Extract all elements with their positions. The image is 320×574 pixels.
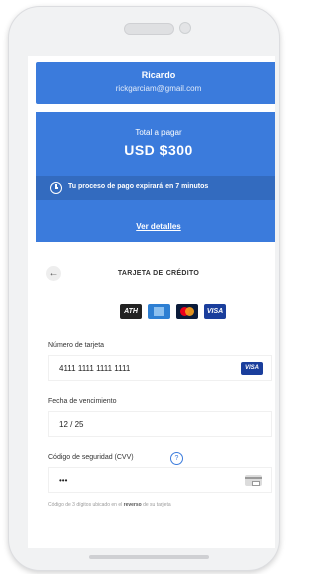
phone-frame: Ricardo rickgarciam@gmail.com Total a pa…: [8, 6, 280, 571]
total-amount: USD $300: [124, 142, 193, 158]
credit-card-form: ← TARJETA DE CRÉDITO ATH VISA Número de …: [36, 248, 275, 548]
expiry-value: 12 / 25: [59, 420, 84, 429]
cvv-input[interactable]: •••: [48, 467, 272, 493]
visa-logo-icon: VISA: [204, 304, 226, 319]
card-number-label: Número de tarjeta: [48, 342, 105, 349]
card-number-value: 4111 1111 1111 1111: [59, 364, 131, 373]
user-email: rickgarciam@gmail.com: [115, 84, 202, 93]
clock-icon: [50, 182, 62, 194]
home-indicator: [89, 555, 209, 559]
form-title: TARJETA DE CRÉDITO: [117, 270, 200, 277]
expiry-timer-bar: Tu proceso de pago expirará en 7 minutos: [36, 176, 275, 200]
cvv-hint: Código de 3 dígitos ubicado en el revers…: [48, 502, 171, 508]
user-name: Ricardo: [141, 70, 176, 80]
cvv-help-icon[interactable]: ?: [170, 452, 183, 465]
mastercard-logo-icon: [176, 304, 198, 319]
expiry-timer-text: Tu proceso de pago expirará en 7 minutos: [68, 183, 209, 190]
card-back-icon: [245, 475, 262, 486]
cvv-label: Código de seguridad (CVV): [48, 454, 134, 461]
phone-camera: [179, 22, 191, 34]
phone-screen: Ricardo rickgarciam@gmail.com Total a pa…: [28, 56, 275, 548]
view-details-link[interactable]: Ver detalles: [36, 222, 275, 231]
arrow-left-icon[interactable]: ←: [46, 266, 61, 281]
ath-logo-icon: ATH: [120, 304, 142, 319]
expiry-label: Fecha de vencimiento: [48, 398, 117, 405]
visa-brand-icon: VISA: [241, 362, 263, 375]
phone-speaker: [124, 23, 174, 35]
user-header: Ricardo rickgarciam@gmail.com: [36, 62, 275, 104]
card-number-input[interactable]: 4111 1111 1111 1111 VISA: [48, 355, 272, 381]
expiry-input[interactable]: 12 / 25: [48, 411, 272, 437]
amex-logo-icon: [148, 304, 170, 319]
payment-summary: Total a pagar USD $300 Tu proceso de pag…: [36, 112, 275, 242]
total-label: Total a pagar: [135, 128, 182, 137]
cvv-value: •••: [59, 476, 68, 485]
